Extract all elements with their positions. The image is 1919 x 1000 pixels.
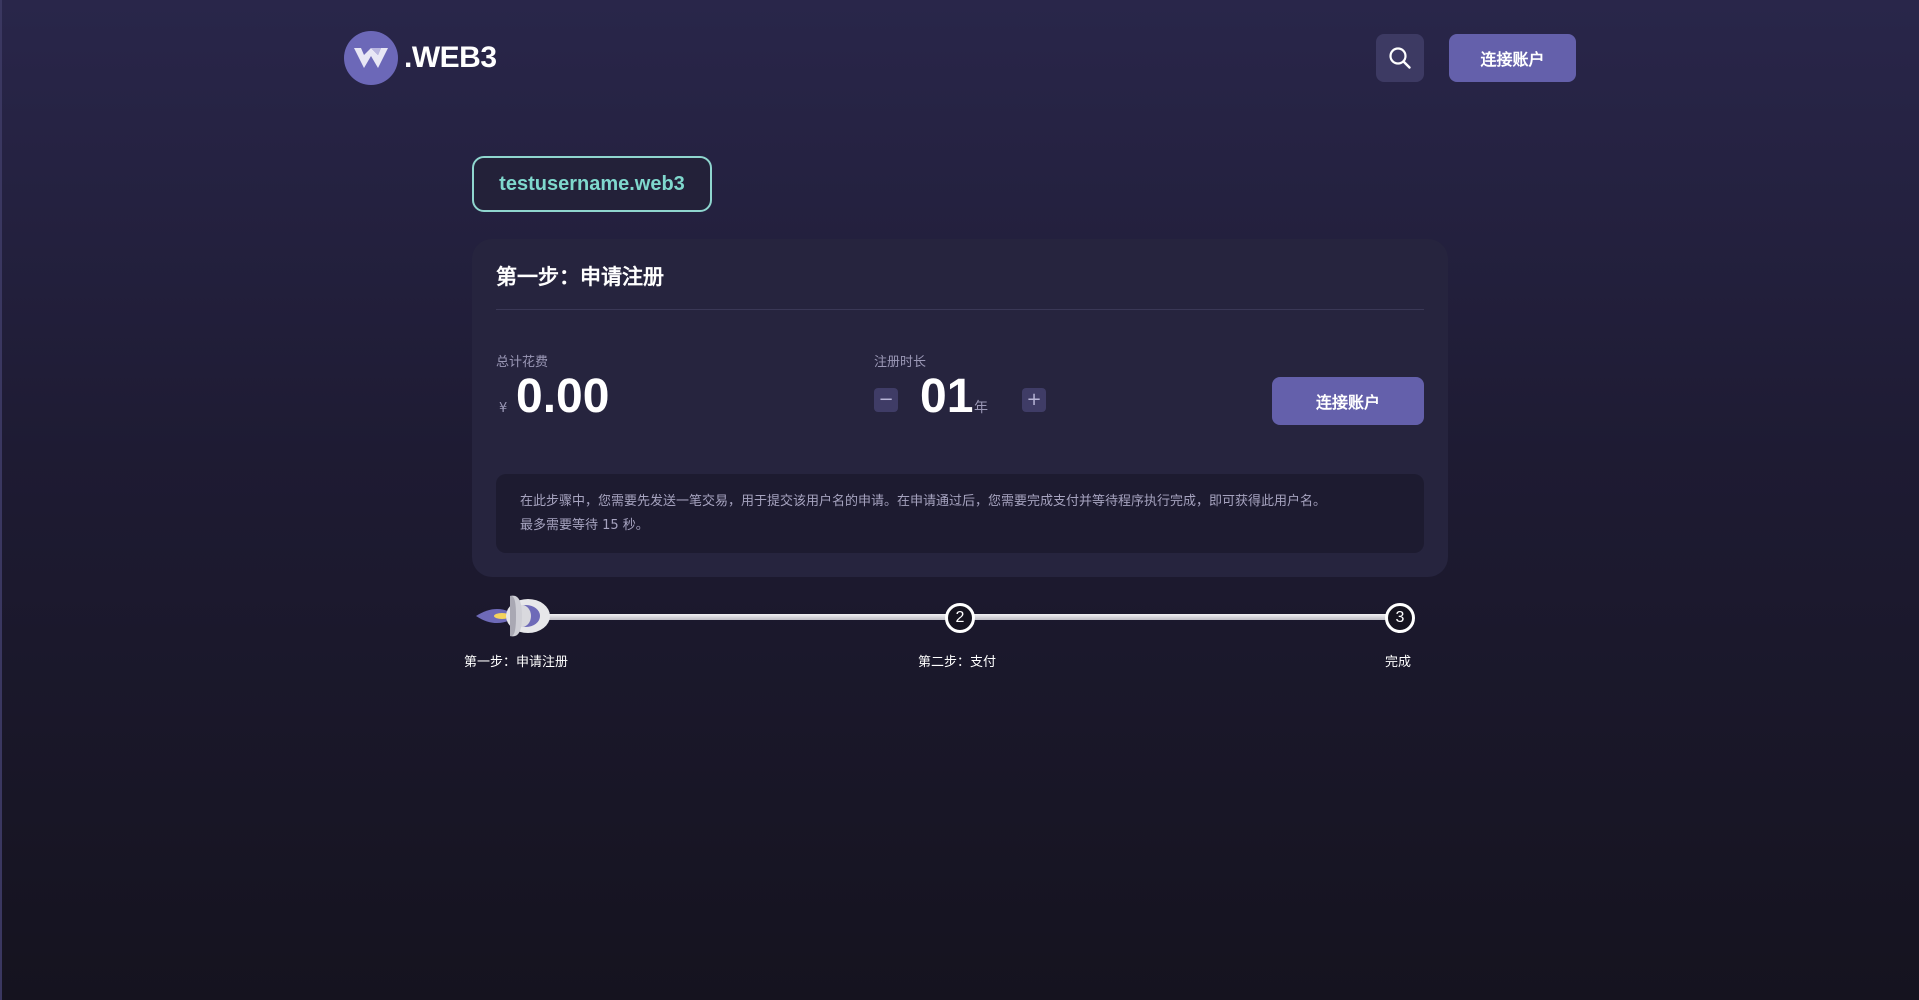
step-notice: 在此步骤中，您需要先发送一笔交易，用于提交该用户名的申请。在申请通过后，您需要完… (496, 474, 1424, 553)
search-button[interactable] (1376, 34, 1424, 82)
card-title: 第一步：申请注册 (496, 265, 664, 289)
duration-label: 注册时长 (874, 355, 927, 370)
step-2-marker: 2 (945, 603, 975, 633)
registration-card: 第一步：申请注册 总计花费 ¥ 0.00 注册时长 − 01 年 + 连接账户 … (472, 239, 1448, 577)
site-logo[interactable]: .WEB3 (344, 31, 497, 85)
total-fee-value: 0.00 (516, 370, 610, 423)
currency-symbol: ¥ (499, 401, 508, 416)
search-icon (1389, 47, 1411, 69)
username-tag: testusername.web3 (472, 156, 712, 212)
step-3-marker: 3 (1385, 603, 1415, 633)
duration-unit: 年 (974, 400, 988, 416)
window-edge (0, 0, 2, 1000)
logo-w-icon (344, 31, 398, 85)
rocket-icon (474, 590, 558, 646)
card-connect-account-button[interactable]: 连接账户 (1272, 377, 1424, 425)
duration-value: 01 (920, 370, 974, 423)
total-fee-label: 总计花费 (496, 355, 549, 370)
step-2-label: 第二步：支付 (918, 655, 997, 670)
notice-line-2: 最多需要等待 15 秒。 (520, 518, 649, 533)
connect-account-button[interactable]: 连接账户 (1449, 34, 1576, 82)
duration-decrease-button[interactable]: − (874, 388, 898, 412)
duration-increase-button[interactable]: + (1022, 388, 1046, 412)
notice-line-1: 在此步骤中，您需要先发送一笔交易，用于提交该用户名的申请。在申请通过后，您需要完… (520, 494, 1327, 509)
step-3-label: 完成 (1385, 655, 1412, 670)
logo-text: .WEB3 (404, 41, 497, 74)
divider (496, 309, 1424, 310)
step-1-label: 第一步：申请注册 (464, 655, 569, 670)
